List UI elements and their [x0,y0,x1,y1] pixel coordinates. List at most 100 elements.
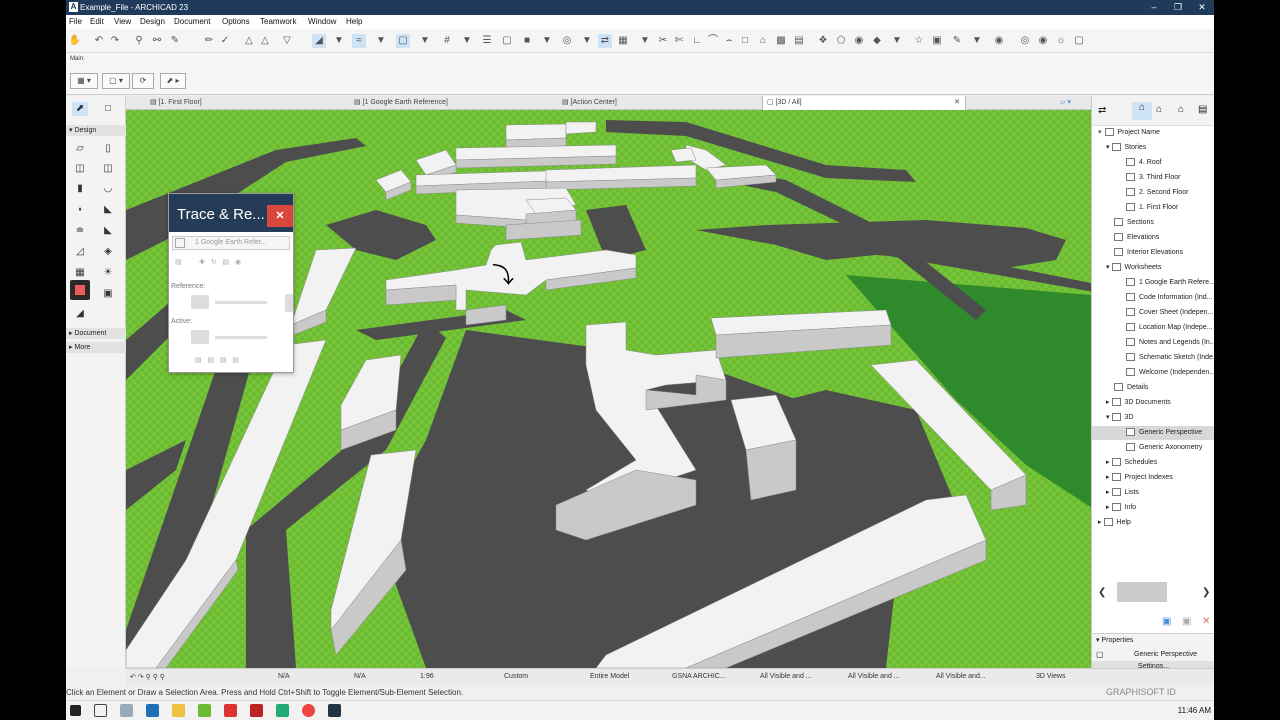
dropdown-arrow-icon[interactable]: ▼ [540,34,554,48]
dropdown-arrow-icon[interactable]: ▼ [580,34,594,48]
pan-hand-icon[interactable]: ✋ [68,34,82,48]
marquee-icon[interactable]: ▢ [500,34,514,48]
nav-item[interactable]: Schematic Sketch (Inde... [1092,351,1214,365]
reference-opacity-slider[interactable] [215,301,267,304]
tab-google-earth-reference[interactable]: ▤ [1 Google Earth Reference] [350,96,554,110]
nav-item[interactable]: 1. First Floor [1092,201,1214,215]
chevron-right-icon[interactable]: ▸ [1106,399,1110,406]
suspend-groups-icon[interactable]: ⇄ [598,34,612,48]
shell-tool-icon[interactable]: ◣ [100,203,116,217]
dropdown-arrow-icon[interactable]: ▼ [418,34,432,48]
project-map-icon[interactable]: ⌂ [1132,102,1152,120]
view-settings-icon[interactable]: ▱ ▾ [1056,96,1096,110]
rotate-view-icon[interactable]: ⟳ [132,73,154,89]
nav-item[interactable]: Generic Perspective [1092,426,1214,440]
object-tool-icon[interactable]: ☀ [100,266,116,280]
mail-icon[interactable] [146,704,159,717]
value-na-1[interactable]: N/A [278,673,290,680]
sun-icon[interactable]: ☼ [1054,34,1068,48]
delete-view-icon[interactable]: ✕ [1202,616,1210,627]
more-section-header[interactable]: ▸ More [66,342,126,353]
globe-plus-icon[interactable]: ◎ [1018,34,1032,48]
file-explorer-icon[interactable] [172,704,185,717]
nav-item[interactable]: ▾ Worksheets [1092,261,1214,275]
syringe-icon[interactable]: ✓ [218,34,232,48]
nav-item[interactable]: Code Information (Ind... [1092,291,1214,305]
lock-icon[interactable]: ◎ [560,34,574,48]
railing-tool-icon[interactable]: ◣ [100,224,116,238]
arrow-tool-icon[interactable]: ⬈ [72,102,88,116]
slab-tool-icon[interactable]: ◡ [100,182,116,196]
shape-icon[interactable]: ⬠ [834,34,848,48]
layers-icon[interactable]: ☰ [480,34,494,48]
menu-edit[interactable]: Edit [90,17,104,26]
menu-teamwork[interactable]: Teamwork [260,17,296,26]
visibility-3[interactable]: All Visible and... [936,673,986,680]
eyedropper-icon[interactable]: ✏ [202,34,216,48]
nav-item[interactable]: Notes and Legends (In... [1092,336,1214,350]
maximize-icon[interactable]: ❐ [1170,1,1186,13]
app-icon-green[interactable] [198,704,211,717]
nav-item[interactable]: ▸ Project Indexes [1092,471,1214,485]
scroll-left-icon[interactable]: ❮ [1098,587,1106,598]
tab-first-floor[interactable]: ▤ [1. First Floor] [146,96,346,110]
globe-icon[interactable]: ◉ [992,34,1006,48]
nav-item[interactable]: ▾ Stories [1092,141,1214,155]
tab-3d-all[interactable]: ▢ [3D / All] ✕ [762,96,966,110]
window-tool-icon[interactable]: ◫ [100,162,116,176]
nav-item[interactable]: ▸ Help [1092,516,1214,530]
chevron-down-icon[interactable]: ▾ [1098,129,1102,136]
solid-icon[interactable]: ■ [520,34,534,48]
graphisoft-id[interactable]: GRAPHISOFT ID [1106,687,1176,697]
nav-item[interactable]: Generic Axonometry [1092,441,1214,455]
nav-item[interactable]: Location Map (Indepe... [1092,321,1214,335]
properties-header[interactable]: ▾ Properties [1096,636,1133,644]
dropdown-arrow-icon[interactable]: ▼ [970,34,984,48]
task-view-icon[interactable] [94,704,107,717]
3d-window-icon[interactable]: ▢ [1072,34,1086,48]
guide-lines-icon[interactable]: ◢ [312,34,326,48]
menu-design[interactable]: Design [140,17,165,26]
morph-tool-icon[interactable]: ◈ [100,245,116,259]
chevron-right-icon[interactable]: ▸ [1106,504,1110,511]
grid-icon[interactable]: # [440,34,454,48]
model-filter[interactable]: Entire Model [590,673,629,680]
nav-item[interactable]: Details [1092,381,1214,395]
design-section-header[interactable]: ▾ Design [66,125,126,136]
camera-icon[interactable]: ◉ [1036,34,1050,48]
new-view-icon[interactable]: ▣ [1162,616,1171,627]
archicad-taskbar-icon[interactable] [328,704,341,717]
nav-item[interactable]: 1 Google Earth Refere... [1092,276,1214,290]
dropdown-arrow-icon[interactable]: ▼ [374,34,388,48]
nav-item[interactable]: 2. Second Floor [1092,186,1214,200]
nav-item[interactable]: 3. Third Floor [1092,171,1214,185]
chevron-right-icon[interactable]: ▸ [1098,519,1102,526]
menu-window[interactable]: Window [308,17,336,26]
dropdown-arrow-icon[interactable]: ▼ [890,34,904,48]
table-icon[interactable]: ▦ [616,34,630,48]
menu-help[interactable]: Help [346,17,362,26]
scale-value[interactable]: 1:96 [420,673,434,680]
menu-options[interactable]: Options [222,17,250,26]
dropdown-arrow-icon[interactable]: ▼ [460,34,474,48]
reference-expand-icon[interactable] [285,294,293,312]
adjust-icon[interactable]: ▩ [774,34,788,48]
chevron-down-icon[interactable]: ▾ [1106,144,1110,151]
reference-color-swatch[interactable] [191,295,209,309]
chevron-down-icon[interactable]: ▾ [1106,264,1110,271]
paint-icon[interactable]: ✎ [168,34,182,48]
acrobat-icon[interactable] [224,704,237,717]
reference-toggle-icon[interactable] [175,238,185,248]
triangle-icon[interactable]: △ [242,34,256,48]
picture-icon[interactable]: ▣ [930,34,944,48]
skylight-tool-icon[interactable]: ◢ [72,307,88,321]
record-tool-icon[interactable] [70,280,90,300]
visibility-2[interactable]: All Visible and ... [848,673,900,680]
menu-file[interactable]: File [69,17,82,26]
curtain-wall-tool-icon[interactable]: ▦ [72,266,88,280]
edge-icon[interactable] [120,704,133,717]
nav-item[interactable]: ▸ Info [1092,501,1214,515]
undo-icon[interactable]: ↶ [92,34,106,48]
layout-book-icon[interactable]: ⌂ [1178,104,1184,115]
offset-icon[interactable]: □ [738,34,752,48]
